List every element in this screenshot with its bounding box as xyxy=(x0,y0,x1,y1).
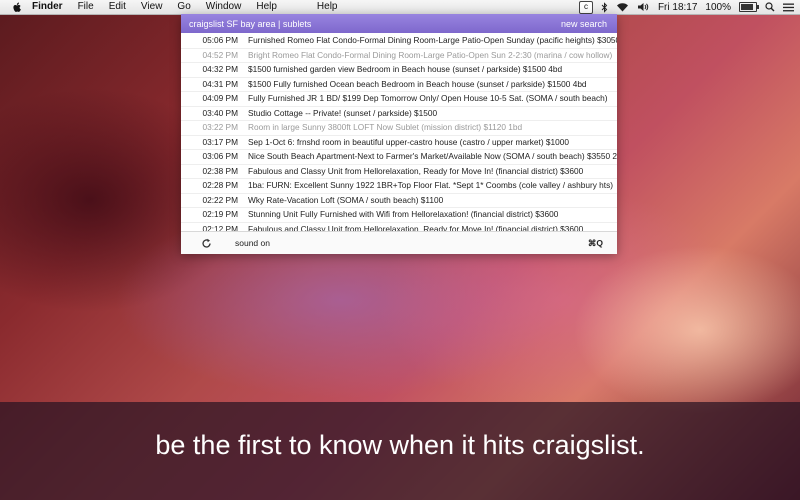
listing-time: 03:22 PM xyxy=(202,122,238,132)
listing-title[interactable]: Furnished Romeo Flat Condo-Formal Dining… xyxy=(248,34,617,48)
status-area: c Fri 18:17 100% xyxy=(578,0,794,14)
clock[interactable]: Fri 18:17 xyxy=(658,2,697,13)
listing-time: 04:32 PM xyxy=(202,64,238,74)
listing-title[interactable]: Wky Rate-Vacation Loft (SOMA / south bea… xyxy=(248,194,443,208)
listing-title[interactable]: Stunning Unit Fully Furnished with Wifi … xyxy=(248,208,558,222)
listing-row[interactable]: 02:38 PM Fabulous and Classy Unit from He… xyxy=(181,165,617,179)
listing-row[interactable]: 03:22 PM Room in large Sunny 3800ft LOFT … xyxy=(181,121,617,136)
menu-help-secondary[interactable]: Help xyxy=(317,0,338,14)
battery-percentage: 100% xyxy=(705,1,731,13)
listing-time: 02:38 PM xyxy=(202,165,238,176)
listing-time: 05:06 PM xyxy=(202,35,238,45)
listing-row[interactable]: 04:31 PM $1500 Fully furnished Ocean beac… xyxy=(181,78,617,92)
listing-title[interactable]: 1ba: FURN: Excellent Sunny 1922 1BR+Top … xyxy=(248,179,613,193)
listing-row[interactable]: 02:19 PM Stunning Unit Fully Furnished wi… xyxy=(181,208,617,223)
volume-icon[interactable] xyxy=(637,1,650,13)
listing-list: 05:06 PM Furnished Romeo Flat Condo-Forma… xyxy=(181,34,617,252)
menu-view[interactable]: View xyxy=(141,0,163,14)
listing-title[interactable]: Sep 1-Oct 6: frnshd room in beautiful up… xyxy=(248,136,569,150)
listing-time: 03:06 PM xyxy=(202,151,238,161)
quit-shortcut[interactable]: ⌘Q xyxy=(588,238,603,249)
bluetooth-icon[interactable] xyxy=(601,1,608,13)
listing-title[interactable]: Room in large Sunny 3800ft LOFT Now Subl… xyxy=(248,121,522,135)
battery-icon[interactable] xyxy=(739,2,759,12)
menu-go[interactable]: Go xyxy=(177,0,190,14)
listing-title[interactable]: Fabulous and Classy Unit from Hellorelax… xyxy=(248,165,583,179)
craigslist-app-icon[interactable]: c xyxy=(578,0,593,14)
listing-time: 02:19 PM xyxy=(202,209,238,219)
wifi-icon[interactable] xyxy=(616,1,629,13)
listing-time: 03:17 PM xyxy=(202,136,238,147)
spotlight-search-icon[interactable] xyxy=(765,1,775,13)
listing-time: 03:40 PM xyxy=(202,107,238,118)
listing-title[interactable]: $1500 furnished garden view Bedroom in B… xyxy=(248,63,562,77)
listing-row[interactable]: 02:28 PM 1ba: FURN: Excellent Sunny 1922 … xyxy=(181,179,617,194)
listing-row[interactable]: 04:09 PM Fully Furnished JR 1 BD/ $199 De… xyxy=(181,92,617,107)
listing-row[interactable]: 05:06 PM Furnished Romeo Flat Condo-Forma… xyxy=(181,34,617,49)
listing-row[interactable]: 04:32 PM $1500 furnished garden view Bedr… xyxy=(181,63,617,78)
panel-header: craigslist SF bay area | sublets new sea… xyxy=(181,14,617,33)
menu-help[interactable]: Help xyxy=(256,0,277,14)
panel-footer: sound on ⌘Q xyxy=(181,231,617,254)
listing-time: 02:22 PM xyxy=(202,194,238,205)
refresh-icon[interactable] xyxy=(199,236,213,250)
battery-fill xyxy=(741,4,753,10)
menu-edit[interactable]: Edit xyxy=(109,0,126,14)
tagline-caption: be the first to know when it hits craigs… xyxy=(155,430,645,460)
apple-logo-icon[interactable] xyxy=(12,2,22,13)
listing-title[interactable]: Nice South Beach Apartment-Next to Farme… xyxy=(248,150,617,164)
menu-file[interactable]: File xyxy=(78,0,94,14)
menu-bar: Finder File Edit View Go Window Help Hel… xyxy=(0,0,800,15)
listing-title[interactable]: $1500 Fully furnished Ocean beach Bedroo… xyxy=(248,78,587,92)
listing-title[interactable]: Studio Cottage -- Private! (sunset / par… xyxy=(248,107,437,121)
listing-title[interactable]: Fully Furnished JR 1 BD/ $199 Dep Tomorr… xyxy=(248,92,608,106)
listing-row[interactable]: 03:17 PM Sep 1-Oct 6: frnshd room in beau… xyxy=(181,136,617,150)
craigslist-popup-panel: craigslist SF bay area | sublets new sea… xyxy=(181,14,617,254)
sound-toggle[interactable]: sound on xyxy=(235,238,270,248)
menu-finder[interactable]: Finder xyxy=(32,0,63,14)
listing-time: 04:09 PM xyxy=(202,93,238,103)
notification-center-icon[interactable] xyxy=(783,1,794,13)
listing-row[interactable]: 03:40 PM Studio Cottage -- Private! (suns… xyxy=(181,107,617,121)
new-search-button[interactable]: new search xyxy=(561,19,607,29)
listing-title[interactable]: Bright Romeo Flat Condo-Formal Dining Ro… xyxy=(248,49,612,63)
menu-window[interactable]: Window xyxy=(206,0,242,14)
listing-row[interactable]: 04:52 PM Bright Romeo Flat Condo-Formal D… xyxy=(181,49,617,63)
listing-time: 04:31 PM xyxy=(202,78,238,89)
listing-row[interactable]: 03:06 PM Nice South Beach Apartment-Next … xyxy=(181,150,617,165)
listing-row[interactable]: 02:22 PM Wky Rate-Vacation Loft (SOMA / s… xyxy=(181,194,617,208)
listing-time: 04:52 PM xyxy=(202,49,238,60)
search-title[interactable]: craigslist SF bay area | sublets xyxy=(189,19,311,29)
listing-time: 02:28 PM xyxy=(202,180,238,190)
